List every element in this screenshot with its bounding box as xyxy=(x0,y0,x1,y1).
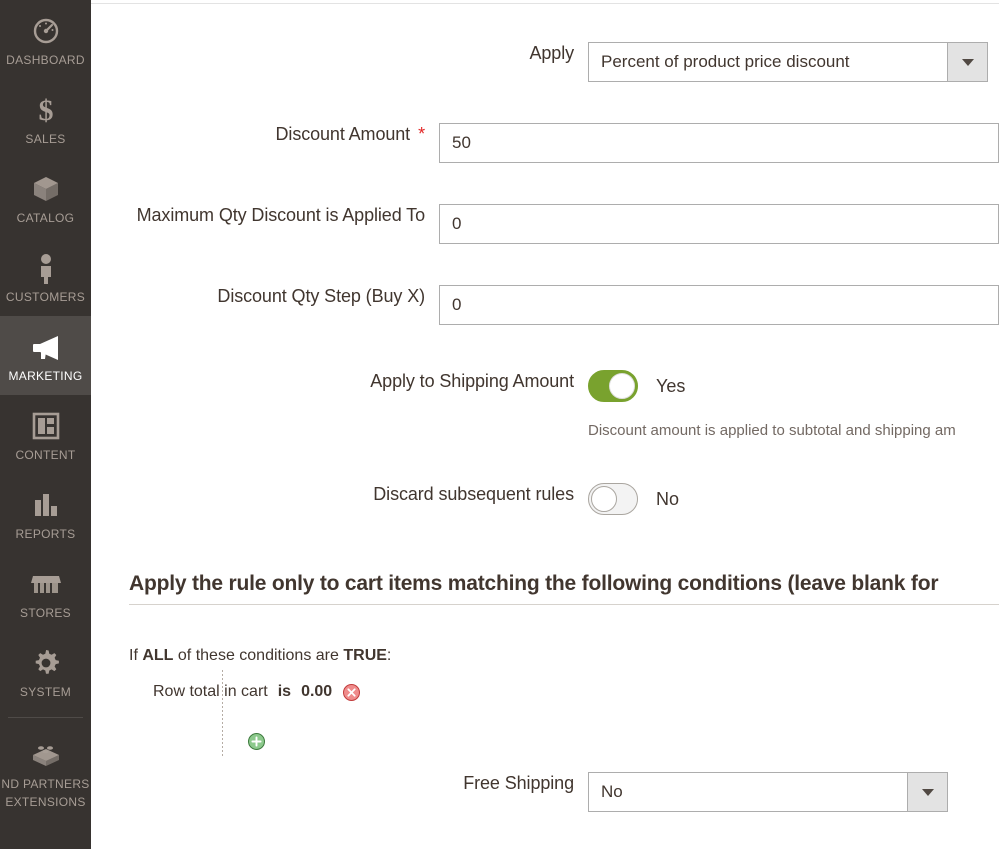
remove-circle-icon[interactable] xyxy=(343,684,361,701)
gear-icon xyxy=(0,646,91,680)
field-label-text: Discount Amount xyxy=(275,124,411,144)
field-label-apply: Apply xyxy=(529,43,574,63)
sidebar-item-sales[interactable]: $ SALES xyxy=(0,79,91,158)
sidebar-item-system[interactable]: SYSTEM xyxy=(0,632,91,711)
chevron-down-icon[interactable] xyxy=(907,773,947,811)
free-shipping-select[interactable]: No xyxy=(588,772,948,812)
sidebar-item-label: SALES xyxy=(25,132,66,146)
section-divider xyxy=(129,604,999,605)
field-control-max-qty xyxy=(439,204,999,244)
sidebar-item-customers[interactable]: CUSTOMERS xyxy=(0,237,91,316)
sidebar-divider xyxy=(8,717,83,718)
conditions-intro-prefix: If xyxy=(129,647,138,664)
condition-attribute[interactable]: Row total in cart xyxy=(153,681,268,702)
condition-operator[interactable]: is xyxy=(278,681,291,702)
required-marker: * xyxy=(418,124,425,144)
discard-subsequent-state: No xyxy=(656,489,680,509)
sidebar-item-label: STORES xyxy=(20,606,71,620)
layout-icon xyxy=(0,409,91,443)
field-control-discount-amount xyxy=(439,123,999,163)
sidebar-item-label: MARKETING xyxy=(8,369,83,383)
field-label-max-qty: Maximum Qty Discount is Applied To xyxy=(136,205,425,225)
field-label-discount-amount: Discount Amount * xyxy=(91,123,439,145)
dollar-icon: $ xyxy=(0,93,91,127)
conditions-section-title: Apply the rule only to cart items matchi… xyxy=(129,572,939,595)
conditions-intro-suffix: : xyxy=(386,647,392,664)
sidebar-item-label: CUSTOMERS xyxy=(5,290,86,304)
field-qty-step: Discount Qty Step (Buy X) xyxy=(91,285,999,325)
field-label-qty-step: Discount Qty Step (Buy X) xyxy=(217,286,425,306)
main-content: Apply Percent of product price discount … xyxy=(91,0,999,849)
apply-to-shipping-note: Discount amount is applied to subtotal a… xyxy=(588,422,956,439)
field-discount-amount: Discount Amount * xyxy=(91,123,999,163)
field-control-discard-subsequent: No xyxy=(588,483,999,515)
apply-to-shipping-state: Yes xyxy=(656,376,686,396)
sidebar-item-label: DASHBOARD xyxy=(6,53,85,67)
conditions-aggregator[interactable]: ALL xyxy=(142,647,173,664)
conditions-intro: If ALL of these conditions are TRUE: xyxy=(129,645,391,666)
sidebar-item-label: CATALOG xyxy=(16,211,75,225)
sidebar-item-marketing[interactable]: MARKETING xyxy=(0,316,91,395)
sidebar-item-label: SYSTEM xyxy=(19,685,72,699)
field-discard-subsequent: Discard subsequent rules No xyxy=(91,483,999,515)
field-max-qty: Maximum Qty Discount is Applied To xyxy=(91,204,999,244)
max-qty-input[interactable] xyxy=(439,204,999,244)
field-control-apply-to-shipping: Yes xyxy=(588,370,999,402)
conditions-intro-middle: of these conditions are xyxy=(177,647,339,664)
field-control-apply: Percent of product price discount xyxy=(588,42,999,86)
apply-select[interactable]: Percent of product price discount xyxy=(588,42,988,82)
field-label-discard-subsequent: Discard subsequent rules xyxy=(373,484,574,504)
apply-select-value: Percent of product price discount xyxy=(601,52,850,71)
admin-sidebar: DASHBOARD $ SALES CATALOG CUSTOMERS MARK… xyxy=(0,0,91,849)
sidebar-item-label-line1: ND PARTNERS xyxy=(1,777,90,791)
sidebar-item-label: REPORTS xyxy=(15,527,76,541)
field-free-shipping: Free Shipping No xyxy=(91,772,999,816)
field-apply-to-shipping: Apply to Shipping Amount Yes xyxy=(91,370,999,402)
storefront-icon xyxy=(0,567,91,601)
svg-text:$: $ xyxy=(38,94,53,126)
qty-step-input[interactable] xyxy=(439,285,999,325)
person-icon xyxy=(0,251,91,285)
discount-amount-input[interactable] xyxy=(439,123,999,163)
sidebar-item-dashboard[interactable]: DASHBOARD xyxy=(0,0,91,79)
sidebar-item-content[interactable]: CONTENT xyxy=(0,395,91,474)
field-control-note: Discount amount is applied to subtotal a… xyxy=(588,421,999,441)
bar-chart-icon xyxy=(0,488,91,522)
content-top-border xyxy=(91,3,999,4)
dashboard-icon xyxy=(0,14,91,48)
field-apply: Apply Percent of product price discount xyxy=(91,42,999,86)
field-label-free-shipping: Free Shipping xyxy=(463,773,574,793)
field-apply-to-shipping-note-row: Discount amount is applied to subtotal a… xyxy=(91,421,999,441)
chevron-down-icon[interactable] xyxy=(947,43,987,81)
field-label-apply-to-shipping: Apply to Shipping Amount xyxy=(370,371,574,391)
conditions-truth-value[interactable]: TRUE xyxy=(343,647,387,664)
discard-subsequent-toggle-line: No xyxy=(588,483,999,515)
sidebar-item-catalog[interactable]: CATALOG xyxy=(0,158,91,237)
condition-row: Row total in cart is 0.00 xyxy=(153,681,361,702)
magento-admin-page: DASHBOARD $ SALES CATALOG CUSTOMERS MARK… xyxy=(0,0,999,849)
sidebar-item-label: CONTENT xyxy=(15,448,76,462)
add-circle-icon[interactable] xyxy=(248,733,265,750)
sidebar-item-reports[interactable]: REPORTS xyxy=(0,474,91,553)
discard-subsequent-toggle[interactable] xyxy=(588,483,638,515)
apply-to-shipping-toggle[interactable] xyxy=(588,370,638,402)
brick-icon xyxy=(0,738,91,772)
field-control-qty-step xyxy=(439,285,999,325)
megaphone-icon xyxy=(0,330,91,364)
toggle-knob xyxy=(591,486,617,512)
condition-value[interactable]: 0.00 xyxy=(301,681,332,702)
free-shipping-select-value: No xyxy=(601,782,623,801)
sidebar-item-find-partners-extensions[interactable]: ND PARTNERS EXTENSIONS xyxy=(0,724,91,821)
apply-to-shipping-toggle-line: Yes xyxy=(588,370,999,402)
toggle-knob xyxy=(609,373,635,399)
sidebar-item-label-line2: EXTENSIONS xyxy=(5,795,86,809)
box-icon xyxy=(0,172,91,206)
sidebar-item-stores[interactable]: STORES xyxy=(0,553,91,632)
field-control-free-shipping: No xyxy=(588,772,999,816)
